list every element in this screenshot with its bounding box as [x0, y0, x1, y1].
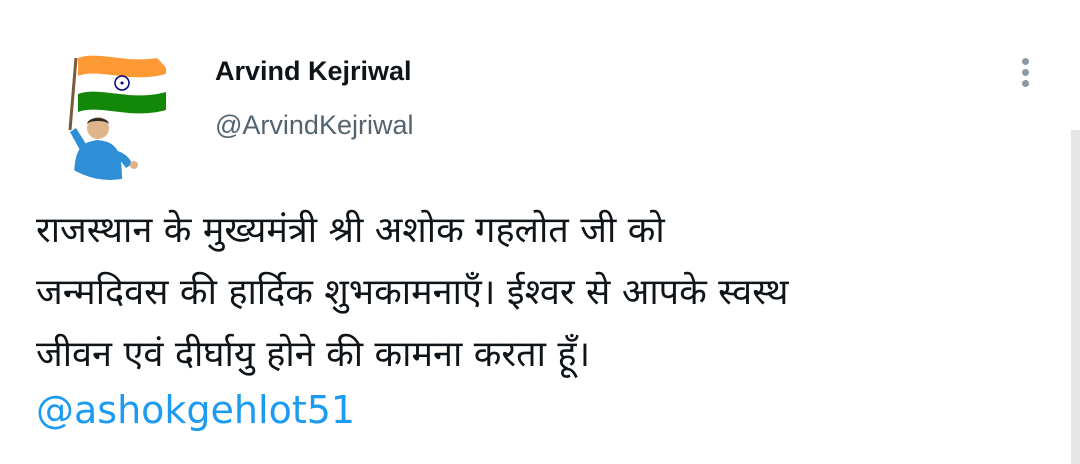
author-avatar[interactable] [40, 40, 180, 180]
tweet-card: Arvind Kejriwal @ArvindKejriwal राजस्थान… [0, 0, 1080, 464]
tweet-text-line: जीवन एवं दीर्घायु होने की कामना करता हूँ… [36, 334, 591, 375]
tweet-text-line: राजस्थान के मुख्यमंत्री श्री अशोक गहलोत … [36, 210, 665, 251]
tweet-text: राजस्थान के मुख्यमंत्री श्री अशोक गहलोत … [36, 200, 1056, 386]
more-options-button[interactable] [1005, 52, 1045, 92]
mention-link[interactable]: @ashokgehlot51 [36, 388, 355, 432]
author-display-name[interactable]: Arvind Kejriwal [215, 56, 412, 87]
author-handle[interactable]: @ArvindKejriwal [215, 110, 413, 141]
scrollbar[interactable] [1071, 130, 1080, 464]
avatar-flag-icon [40, 40, 180, 180]
more-options-icon-dot [1021, 68, 1029, 76]
more-options-icon-dot [1021, 79, 1029, 87]
more-options-icon-dot [1021, 57, 1029, 65]
tweet-text-line: जन्मदिवस की हार्दिक शुभकामनाएँ। ईश्वर से… [36, 272, 789, 313]
